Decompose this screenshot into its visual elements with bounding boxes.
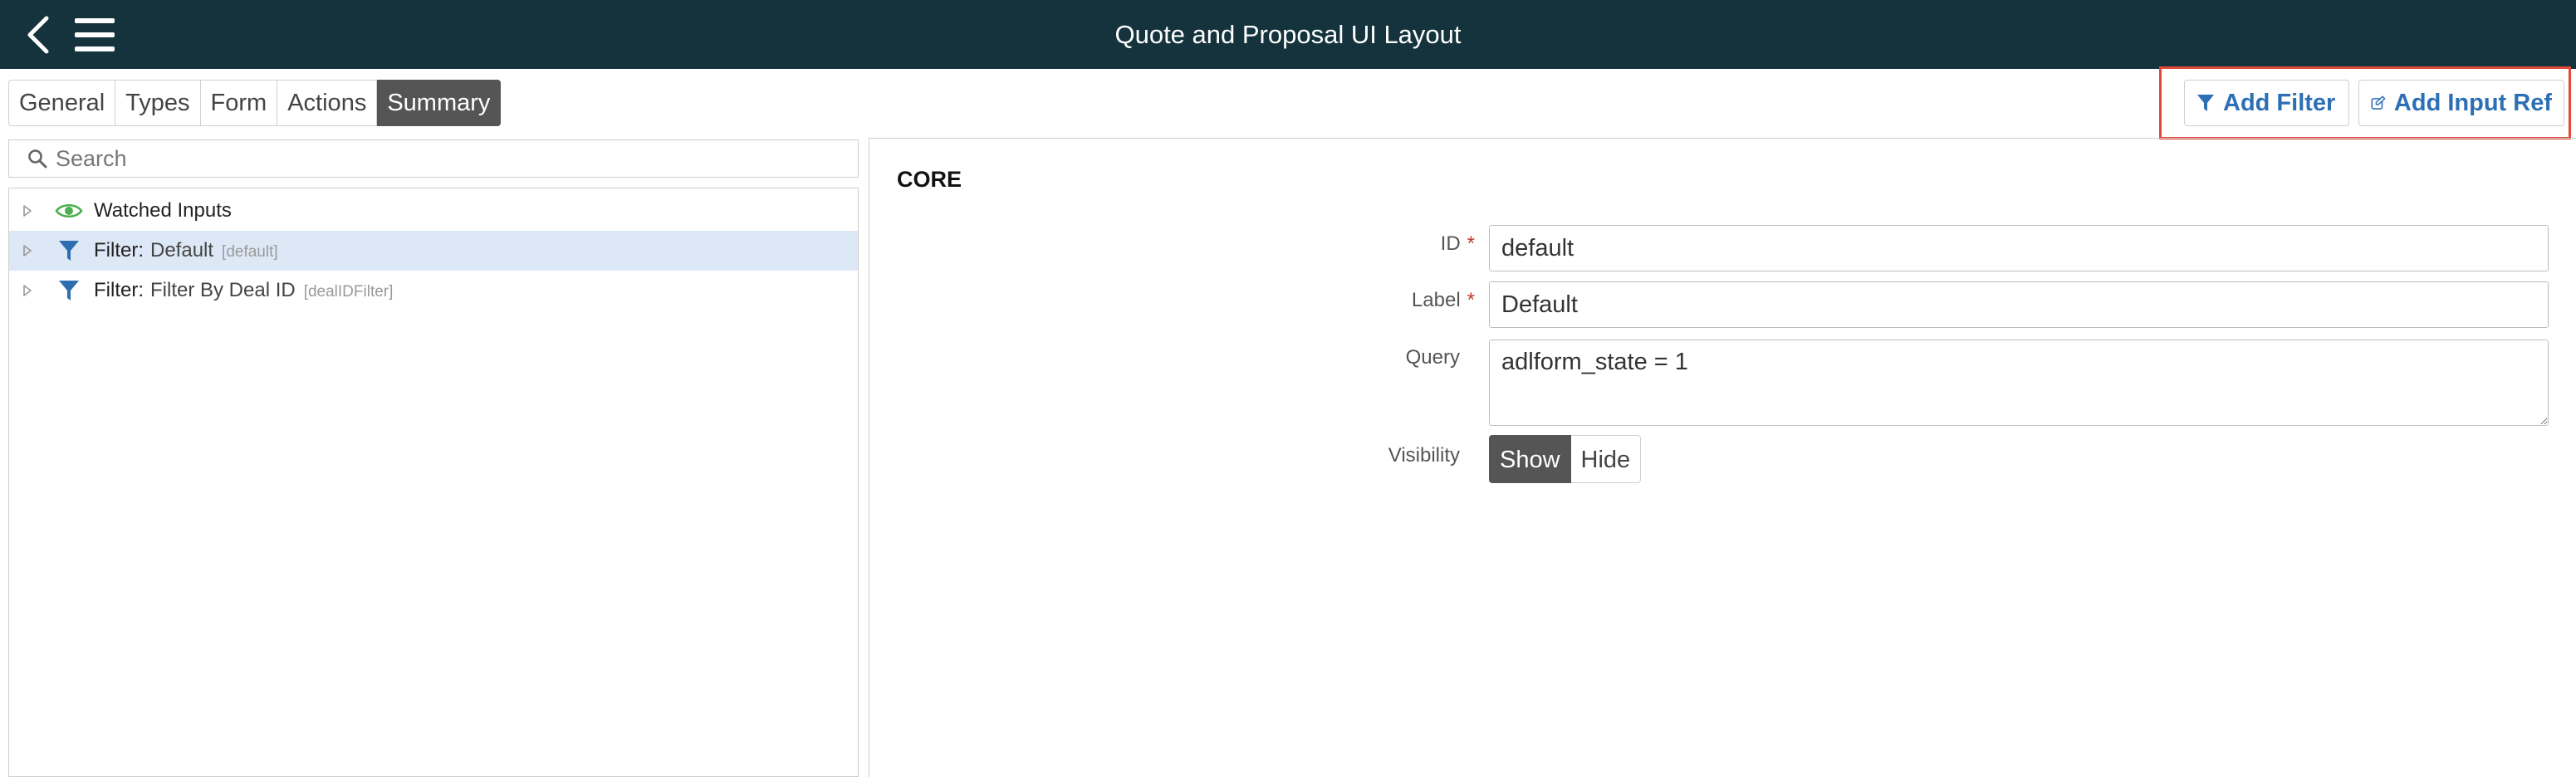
visibility-field-label: Visibility [1388, 444, 1460, 467]
tree-item-label: Filter: Default [default] [94, 239, 278, 262]
expand-arrow-icon[interactable] [22, 204, 41, 217]
app-header: Quote and Proposal UI Layout [0, 0, 2576, 69]
tab-types[interactable]: Types [115, 80, 201, 126]
tree-item-label: Watched Inputs [94, 199, 232, 222]
tree-item-name: Filter By Deal ID [150, 279, 296, 301]
tree-item-label: Filter: Filter By Deal ID [dealIDFilter] [94, 279, 393, 302]
tab-general[interactable]: General [8, 80, 116, 126]
section-title-core: CORE [897, 167, 962, 192]
tab-actions[interactable]: Actions [277, 80, 378, 126]
add-filter-label: Add Filter [2223, 89, 2336, 116]
search-icon [27, 149, 47, 169]
id-field[interactable] [1489, 225, 2549, 271]
label-label-text: Label [1411, 289, 1461, 311]
tab-form[interactable]: Form [200, 80, 278, 126]
search-input[interactable] [54, 144, 805, 173]
detail-panel: CORE ID* Label* Query adlform_state = 1 … [869, 138, 2576, 777]
add-input-ref-label: Add Input Ref [2393, 89, 2552, 116]
tree-item-kind: Filter: [94, 239, 144, 261]
tree-item-kind: Filter: [94, 279, 144, 301]
filter-icon [54, 279, 84, 302]
tree-item-name: Default [150, 239, 214, 261]
filter-icon [2197, 95, 2214, 111]
query-field[interactable]: adlform_state = 1 [1489, 340, 2549, 426]
label-field-label: Label * [977, 289, 1475, 312]
id-label-text: ID [1440, 232, 1461, 255]
id-field-label: ID * [977, 232, 1475, 256]
required-marker: * [1467, 232, 1475, 255]
tree-item-filter-default[interactable]: Filter: Default [default] [9, 231, 858, 271]
filter-icon [54, 239, 84, 262]
tree-item-key: [dealIDFilter] [303, 283, 394, 301]
expand-arrow-icon[interactable] [22, 244, 41, 257]
query-field-label: Query [1405, 346, 1460, 369]
tree-panel: Watched Inputs Filter: Default [default] F… [8, 188, 859, 777]
tree-item-filter-deal-id[interactable]: Filter: Filter By Deal ID [dealIDFilter] [9, 271, 858, 310]
required-marker: * [1467, 289, 1475, 311]
tab-summary[interactable]: Summary [377, 80, 502, 126]
add-input-ref-button[interactable]: Add Input Ref [2358, 80, 2564, 126]
tab-bar: General Types Form Actions Summary [8, 80, 502, 126]
eye-icon [54, 202, 84, 220]
expand-arrow-icon[interactable] [22, 284, 41, 297]
visibility-show-button[interactable]: Show [1489, 435, 1571, 483]
tree-item-kind: Watched Inputs [94, 199, 232, 222]
label-field[interactable] [1489, 281, 2549, 328]
page-title: Quote and Proposal UI Layout [1114, 20, 1462, 49]
tree-item-watched-inputs[interactable]: Watched Inputs [9, 191, 858, 231]
visibility-toggle: Show Hide [1489, 435, 1642, 483]
tree-item-key: [default] [222, 243, 278, 261]
visibility-hide-button[interactable]: Hide [1570, 435, 1642, 483]
search-box [8, 139, 859, 178]
add-filter-button[interactable]: Add Filter [2184, 80, 2349, 126]
edit-icon [2371, 95, 2386, 110]
